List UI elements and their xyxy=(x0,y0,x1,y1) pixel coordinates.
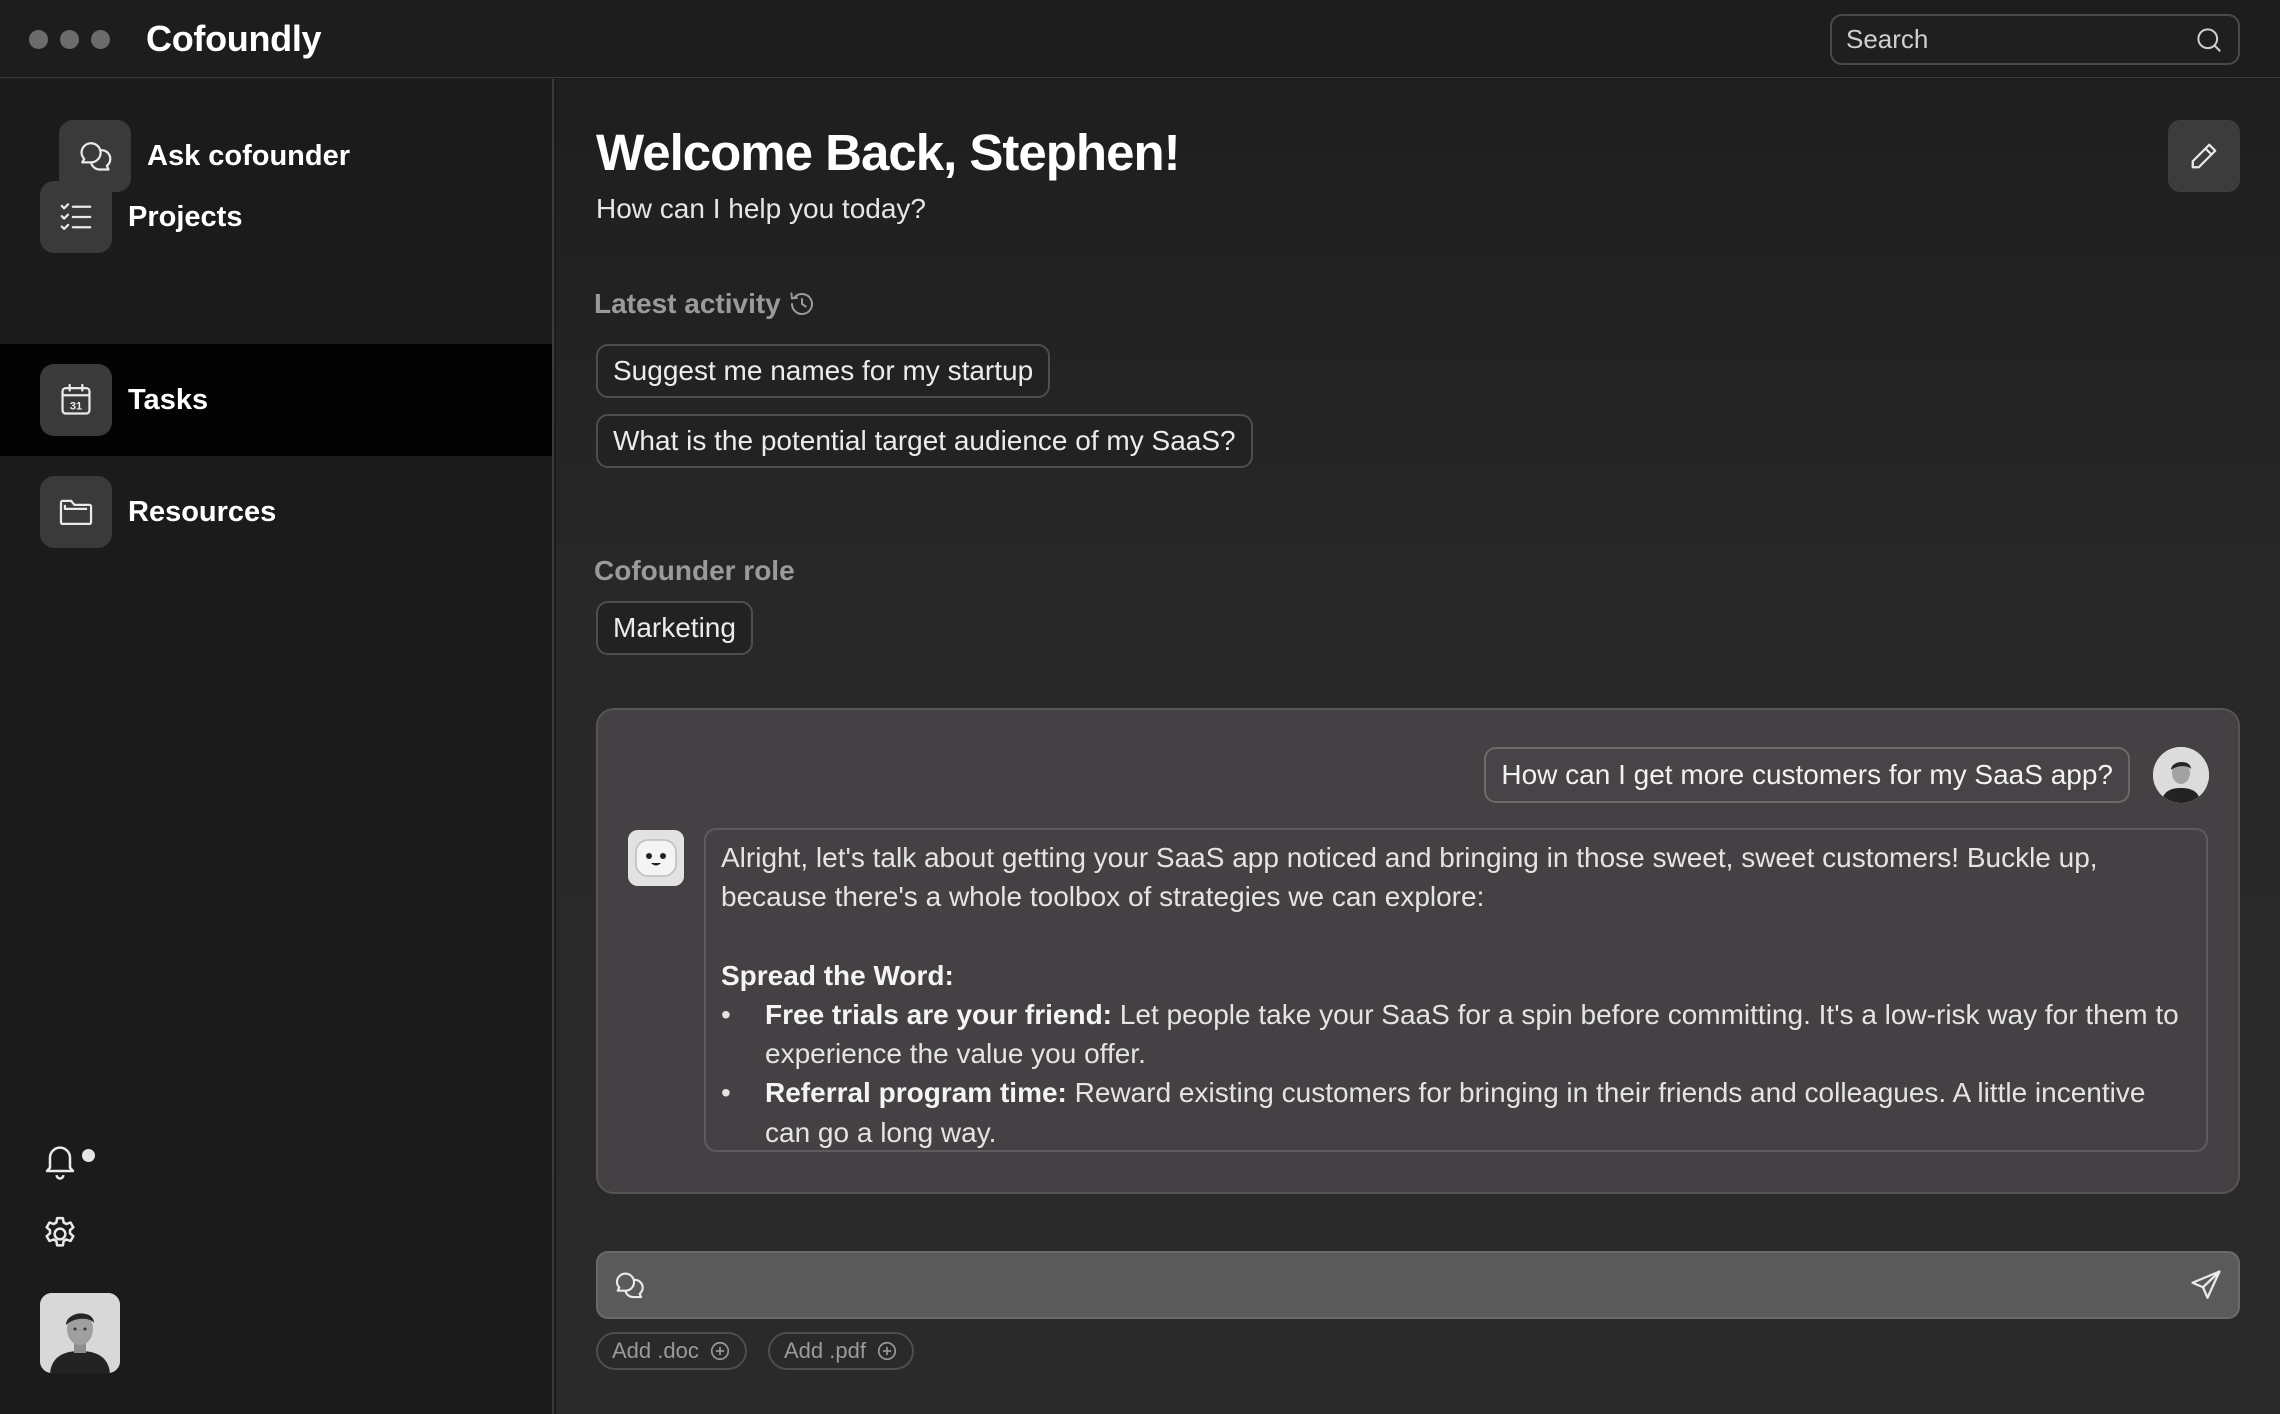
sidebar-item-label: Tasks xyxy=(128,383,209,416)
user-message: How can I get more customers for my SaaS… xyxy=(1484,747,2130,803)
plus-circle-icon xyxy=(877,1341,897,1361)
bell-icon[interactable] xyxy=(40,1141,80,1181)
chat-bubbles-icon xyxy=(615,1272,644,1299)
add-pdf-button[interactable]: Add .pdf xyxy=(768,1332,914,1370)
calendar-icon: 31 xyxy=(40,364,112,436)
bot-intro: Alright, let's talk about getting your S… xyxy=(721,842,2098,913)
latest-activity-heading: Latest activity xyxy=(594,288,817,320)
avatar xyxy=(2153,747,2209,803)
sidebar-item-label: Projects xyxy=(128,200,243,233)
history-icon xyxy=(790,292,813,316)
role-chip[interactable]: Marketing xyxy=(596,601,753,655)
page-subtitle: How can I help you today? xyxy=(596,193,926,224)
page-title: Welcome Back, Stephen! xyxy=(596,124,1181,181)
title-bar: Cofoundly xyxy=(0,0,2280,78)
folder-icon xyxy=(40,476,112,548)
notification-dot xyxy=(82,1149,95,1162)
add-pdf-label: Add .pdf xyxy=(784,1338,866,1363)
list-item: Free trials are your friend: Let people … xyxy=(721,995,2191,1074)
search-input[interactable] xyxy=(1846,24,2194,55)
cofounder-role-label: Cofounder role xyxy=(594,555,795,586)
close-window-button[interactable] xyxy=(29,30,48,49)
sidebar-item-resources[interactable]: Resources xyxy=(0,456,552,568)
minimize-window-button[interactable] xyxy=(60,30,79,49)
sidebar-item-tasks[interactable]: 31 Tasks xyxy=(0,344,552,456)
activity-chip[interactable]: Suggest me names for my startup xyxy=(596,344,1051,398)
list-item: Referral program time: Reward existing c… xyxy=(721,1073,2191,1150)
add-doc-button[interactable]: Add .doc xyxy=(596,1332,747,1370)
sidebar: Ask cofounder Projects 31 Tasks Resource… xyxy=(0,79,554,1414)
sidebar-item-projects[interactable]: Projects xyxy=(0,161,552,273)
bot-bullet-list: Free trials are your friend: Let people … xyxy=(721,995,2191,1150)
pencil-icon xyxy=(2191,143,2217,169)
app-title: Cofoundly xyxy=(146,18,322,59)
bot-message: Alright, let's talk about getting your S… xyxy=(704,828,2208,1152)
main-content: Welcome Back, Stephen! How can I help yo… xyxy=(556,79,2280,1414)
maximize-window-button[interactable] xyxy=(91,30,110,49)
calendar-day-number: 31 xyxy=(70,401,82,413)
add-doc-label: Add .doc xyxy=(612,1338,699,1363)
checklist-icon xyxy=(40,181,112,253)
message-input[interactable] xyxy=(662,1269,2172,1301)
edit-button[interactable] xyxy=(2168,120,2240,192)
window-controls xyxy=(29,30,110,49)
bot-section-title: Spread the Word: xyxy=(721,959,954,991)
chat-panel: How can I get more customers for my SaaS… xyxy=(596,708,2240,1194)
plus-circle-icon xyxy=(710,1341,729,1361)
latest-activity-label: Latest activity xyxy=(594,288,781,319)
sidebar-item-label: Resources xyxy=(128,495,277,528)
bot-avatar xyxy=(628,830,684,886)
message-composer[interactable] xyxy=(596,1251,2240,1319)
bullet-title: Free trials are your friend: xyxy=(765,998,1113,1030)
bullet-title: Referral program time: xyxy=(765,1077,1067,1109)
search-box[interactable] xyxy=(1830,14,2240,65)
send-icon[interactable] xyxy=(2188,1267,2224,1303)
search-icon[interactable] xyxy=(2194,25,2224,55)
avatar[interactable] xyxy=(40,1293,120,1373)
gear-icon[interactable] xyxy=(40,1214,80,1254)
activity-chip[interactable]: What is the potential target audience of… xyxy=(596,414,1253,468)
